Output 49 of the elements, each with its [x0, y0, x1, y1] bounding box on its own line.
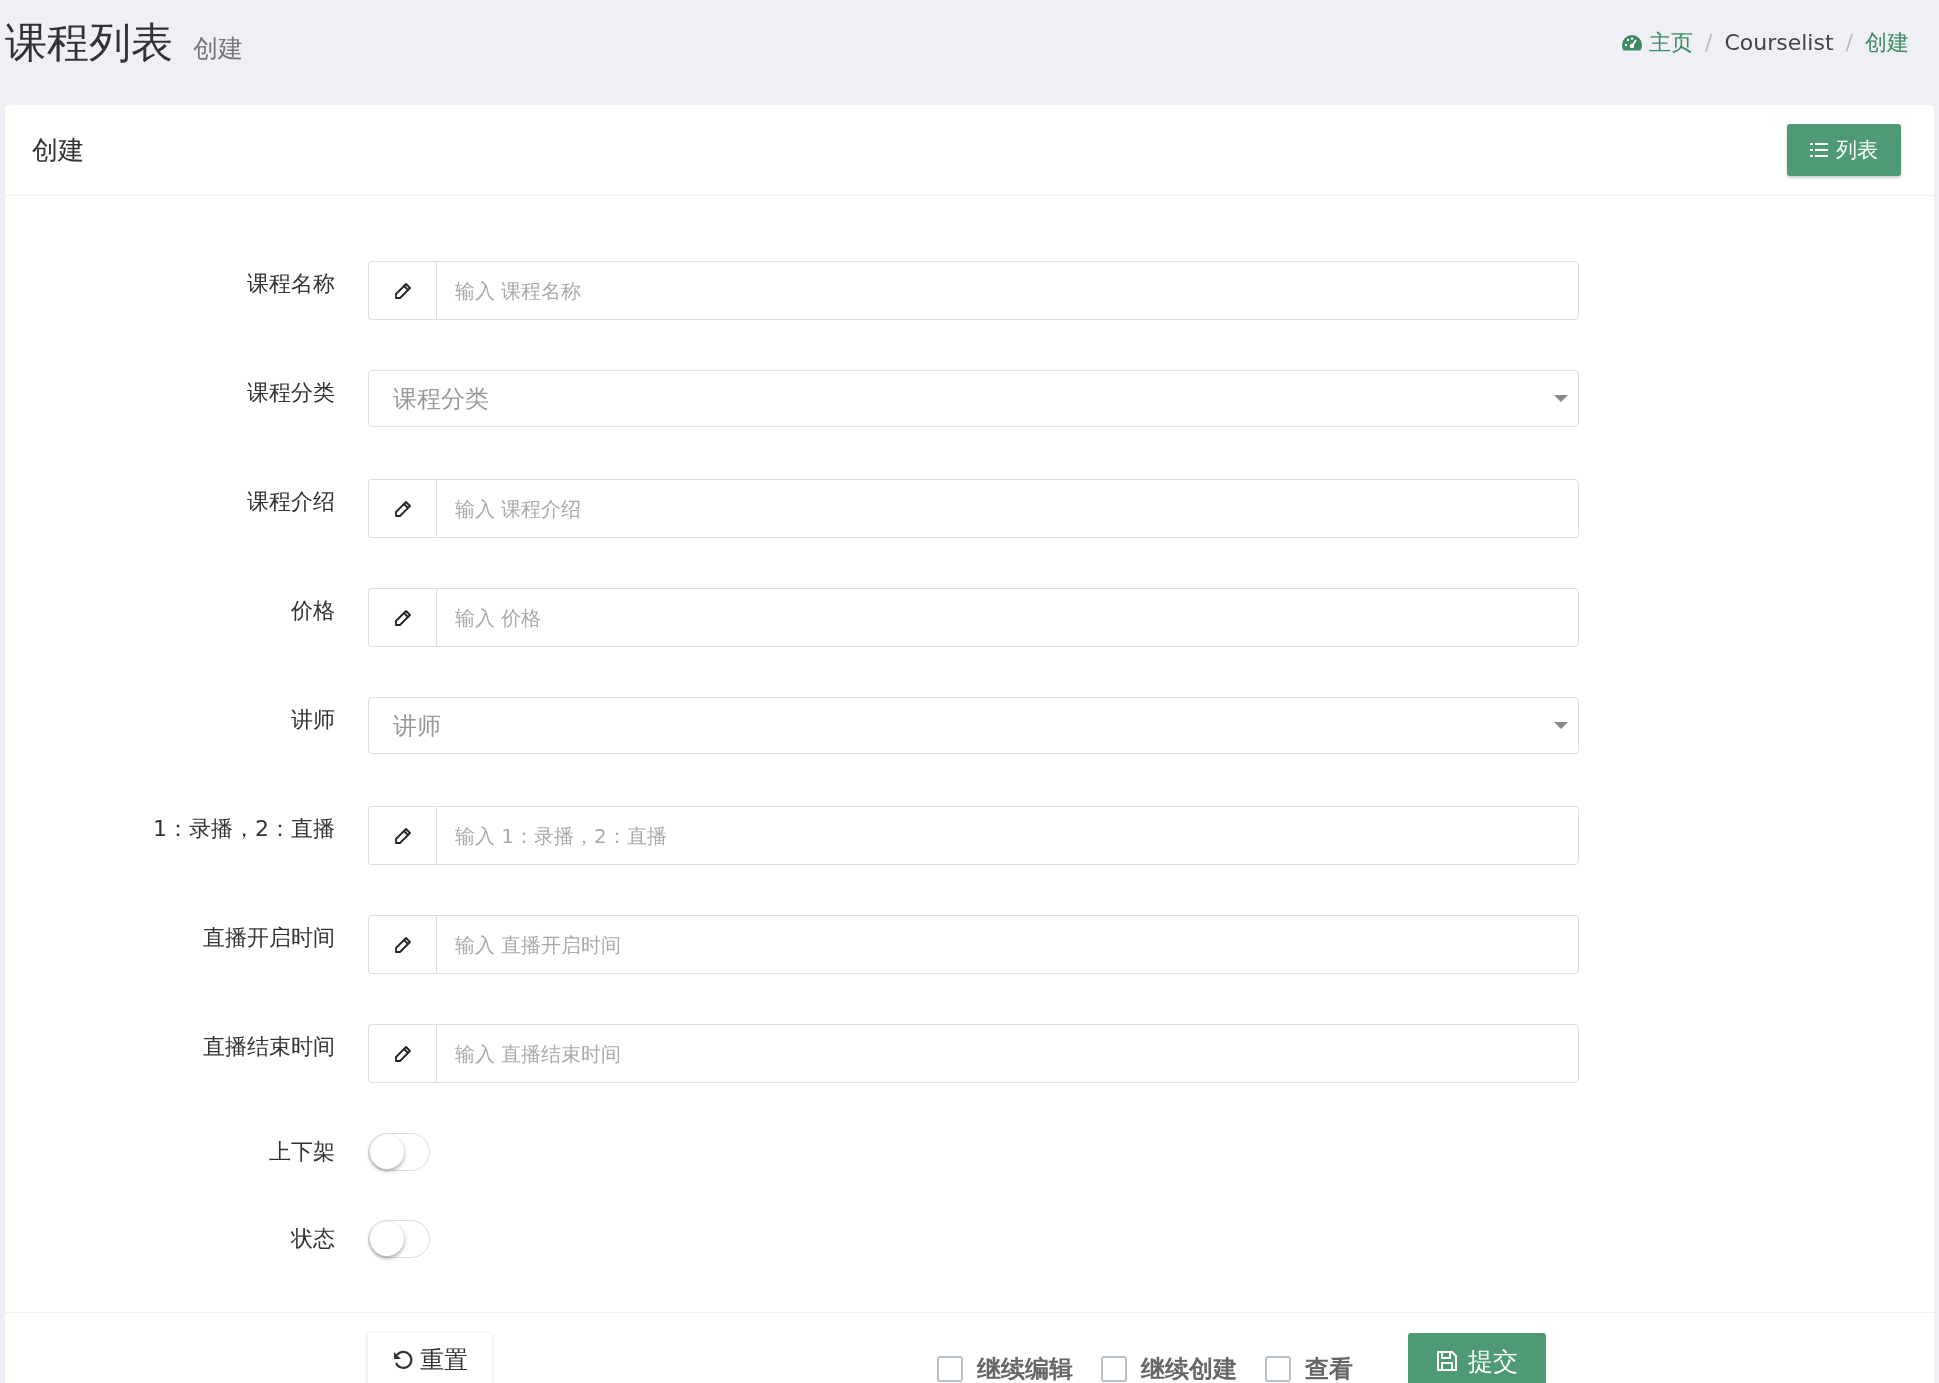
field-label: 价格	[290, 597, 335, 625]
toggle-switch[interactable]	[368, 1133, 430, 1171]
breadcrumb-link[interactable]: Courselist	[1724, 30, 1834, 55]
pencil-icon	[392, 280, 413, 301]
checkbox[interactable]	[937, 1356, 963, 1382]
pencil-icon	[392, 1043, 413, 1064]
page-title: 课程列表	[5, 16, 173, 69]
text-input[interactable]: 输入 课程介绍	[436, 479, 1579, 538]
checkbox-label: 继续创建	[1141, 1354, 1237, 1383]
pencil-icon	[392, 934, 413, 955]
field-label: 直播开启时间	[202, 924, 335, 952]
pencil-icon	[392, 825, 413, 846]
text-input[interactable]: 输入 直播结束时间	[436, 1024, 1579, 1083]
page-subtitle: 创建	[193, 32, 243, 65]
caret-icon	[1554, 722, 1568, 729]
text-input[interactable]: 输入 价格	[436, 588, 1579, 647]
field-label: 课程介绍	[246, 488, 335, 516]
breadcrumb-separator: /	[1705, 30, 1713, 55]
toggle-switch[interactable]	[368, 1220, 430, 1258]
card-title: 创建	[32, 133, 84, 167]
pencil-icon	[392, 498, 413, 519]
pencil-icon	[392, 607, 413, 628]
field-label: 状态	[290, 1225, 335, 1253]
text-input[interactable]: 输入 1：录播，2：直播	[436, 806, 1579, 865]
field-label: 1：录播，2：直播	[152, 815, 335, 843]
home-link[interactable]: 主页	[1621, 27, 1694, 58]
text-input[interactable]: 输入 直播开启时间	[436, 915, 1579, 974]
field-label: 讲师	[290, 706, 335, 734]
dashboard-icon	[1621, 33, 1644, 52]
submit-button[interactable]: 提交	[1408, 1333, 1546, 1383]
list-button[interactable]: 列表	[1787, 124, 1901, 176]
list-icon	[1810, 142, 1828, 158]
field-label: 课程名称	[246, 270, 335, 298]
save-icon	[1436, 1350, 1458, 1372]
field-label: 课程分类	[246, 379, 335, 407]
select-dropdown[interactable]: 课程分类	[368, 370, 1579, 427]
checkbox-label: 继续编辑	[977, 1354, 1073, 1383]
checkbox-label: 查看	[1305, 1354, 1353, 1383]
text-input[interactable]: 输入 课程名称	[436, 261, 1579, 320]
reset-button[interactable]: 重置	[368, 1333, 492, 1383]
breadcrumb-current: 创建	[1865, 28, 1909, 57]
checkbox[interactable]	[1101, 1356, 1127, 1382]
checkbox[interactable]	[1265, 1356, 1291, 1382]
field-label: 上下架	[268, 1138, 335, 1166]
field-label: 直播结束时间	[202, 1033, 335, 1061]
breadcrumb-separator: /	[1845, 30, 1853, 55]
caret-icon	[1554, 395, 1568, 402]
undo-icon	[392, 1349, 414, 1371]
select-dropdown[interactable]: 讲师	[368, 697, 1579, 754]
